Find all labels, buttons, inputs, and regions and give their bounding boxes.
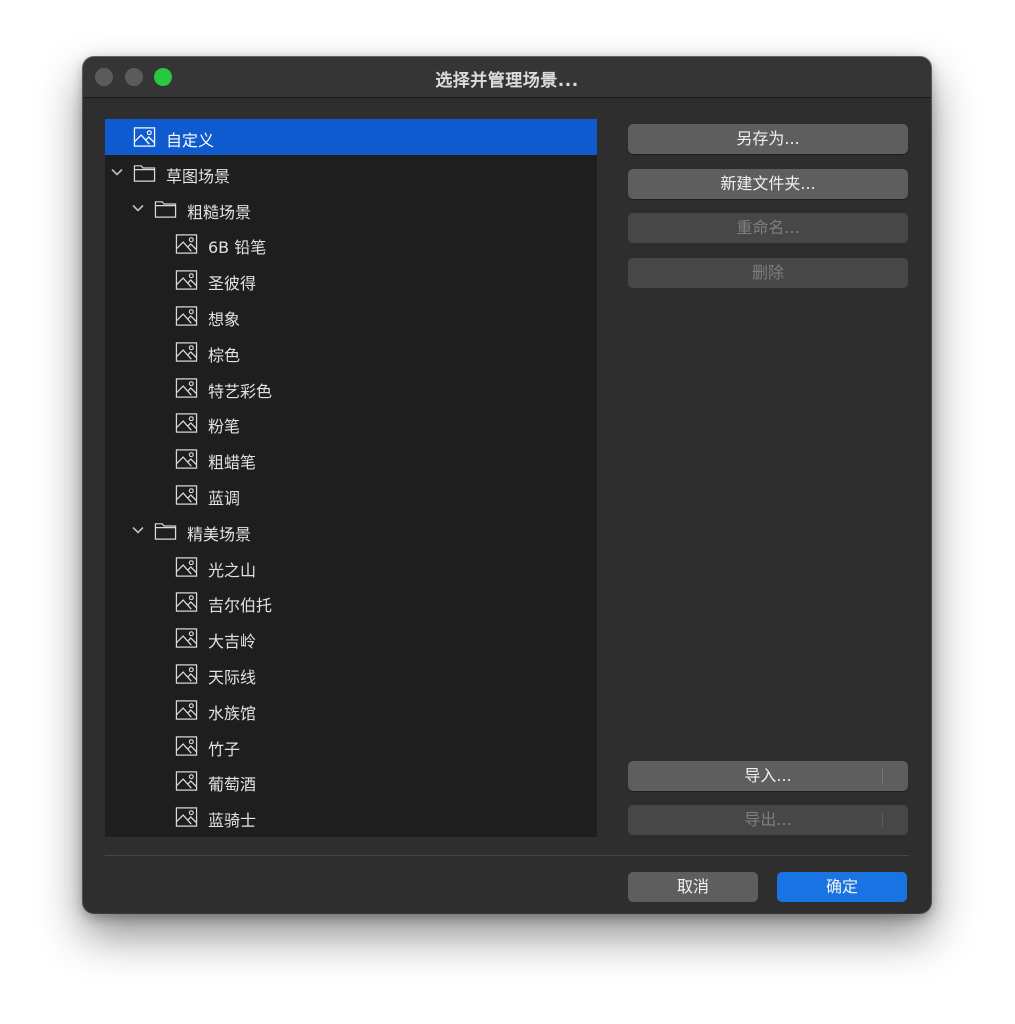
tree-scene-row[interactable]: 粉笔 [105, 405, 597, 441]
tree-row-label: 自定义 [166, 131, 215, 150]
scene-image-icon [175, 234, 198, 254]
scene-image-icon [175, 449, 198, 469]
tree-row-label: 水族馆 [208, 704, 257, 723]
tree-scene-row[interactable]: 光之山 [105, 549, 597, 585]
save-as-button[interactable]: 另存为... [628, 124, 908, 154]
tree-row-label: 蓝骑士 [208, 811, 257, 830]
footer-divider [105, 855, 909, 856]
export-menu-separator [882, 813, 883, 827]
tree-scene-row[interactable]: 大吉岭 [105, 620, 597, 656]
tree-scene-row[interactable]: 葡萄酒 [105, 763, 597, 799]
tree-row-label: 草图场景 [166, 167, 231, 186]
rename-button[interactable]: 重命名... [628, 213, 908, 243]
tree-scene-row[interactable]: 蓝骑士 [105, 799, 597, 835]
tree-folder-row[interactable]: 粗糙场景 [105, 191, 597, 227]
tree-row-label: 粗糙场景 [187, 203, 252, 222]
tree-row-label: 精美场景 [187, 525, 252, 544]
scene-image-icon [175, 306, 198, 326]
folder-icon [154, 523, 177, 540]
scene-image-icon [133, 127, 156, 147]
tree-row-label: 特艺彩色 [208, 382, 273, 401]
import-menu-separator [882, 769, 883, 783]
export-button-label: 导出... [744, 810, 792, 829]
cancel-button[interactable]: 取消 [628, 872, 758, 902]
delete-button[interactable]: 删除 [628, 258, 908, 288]
tree-scene-row[interactable]: 水族馆 [105, 692, 597, 728]
new-folder-button[interactable]: 新建文件夹... [628, 169, 908, 199]
tree-scene-row[interactable]: 蓝调 [105, 477, 597, 513]
chevron-down-icon[interactable] [110, 165, 124, 179]
tree-row-label: 葡萄酒 [208, 775, 257, 794]
tree-scene-row[interactable]: 6B 铅笔 [105, 226, 597, 262]
chevron-down-icon[interactable] [131, 523, 145, 537]
tree-row-label: 6B 铅笔 [208, 238, 267, 257]
tree-scene-row[interactable]: 棕色 [105, 334, 597, 370]
scene-image-icon [175, 592, 198, 612]
scene-image-icon [175, 413, 198, 433]
tree-scene-row[interactable]: 天际线 [105, 656, 597, 692]
scene-image-icon [175, 557, 198, 577]
tree-scene-row[interactable]: 圣彼得 [105, 262, 597, 298]
scene-image-icon [175, 485, 198, 505]
chevron-down-icon[interactable] [131, 201, 145, 215]
scene-image-icon [175, 342, 198, 362]
scene-image-icon [175, 736, 198, 756]
import-button[interactable]: 导入... [628, 761, 908, 791]
scene-image-icon [175, 700, 198, 720]
title-bar: 选择并管理场景... [83, 57, 931, 98]
scene-tree-list[interactable]: 自定义草图场景粗糙场景 6B 铅笔圣彼得想象棕色特艺彩色粉笔粗蜡笔蓝调精美场景光之… [105, 119, 597, 837]
tree-row-label: 圣彼得 [208, 274, 257, 293]
tree-scene-row[interactable]: 自定义 [105, 119, 597, 155]
scene-image-icon [175, 378, 198, 398]
import-button-label: 导入... [744, 766, 792, 785]
window-title: 选择并管理场景... [435, 71, 579, 91]
scene-image-icon [175, 270, 198, 290]
folder-icon [154, 201, 177, 218]
tree-row-label: 想象 [208, 310, 241, 329]
tree-row-label: 粉笔 [208, 417, 241, 436]
scene-image-icon [175, 771, 198, 791]
tree-row-label: 吉尔伯托 [208, 596, 273, 615]
tree-row-label: 天际线 [208, 668, 257, 687]
tree-scene-row[interactable]: 粗蜡笔 [105, 441, 597, 477]
tree-scene-row[interactable]: 竹子 [105, 728, 597, 764]
tree-row-label: 光之山 [208, 561, 257, 580]
export-button[interactable]: 导出... [628, 805, 908, 835]
ok-button[interactable]: 确定 [777, 872, 907, 902]
tree-scene-row[interactable]: 吉尔伯托 [105, 584, 597, 620]
scene-image-icon [175, 807, 198, 827]
scene-image-icon [175, 664, 198, 684]
folder-icon [133, 165, 156, 182]
tree-row-label: 大吉岭 [208, 632, 257, 651]
scene-image-icon [175, 628, 198, 648]
tree-scene-row[interactable]: 想象 [105, 298, 597, 334]
tree-row-label: 蓝调 [208, 489, 241, 508]
tree-folder-row[interactable]: 精美场景 [105, 513, 597, 549]
tree-scene-row[interactable]: 特艺彩色 [105, 370, 597, 406]
tree-row-label: 粗蜡笔 [208, 453, 257, 472]
tree-row-label: 棕色 [208, 346, 241, 365]
tree-folder-row[interactable]: 草图场景 [105, 155, 597, 191]
manage-scenes-dialog: 选择并管理场景... 自定义草图场景粗糙场景 6B 铅笔圣彼得想象棕色特艺彩色粉笔… [83, 57, 931, 913]
tree-row-label: 竹子 [208, 740, 241, 759]
